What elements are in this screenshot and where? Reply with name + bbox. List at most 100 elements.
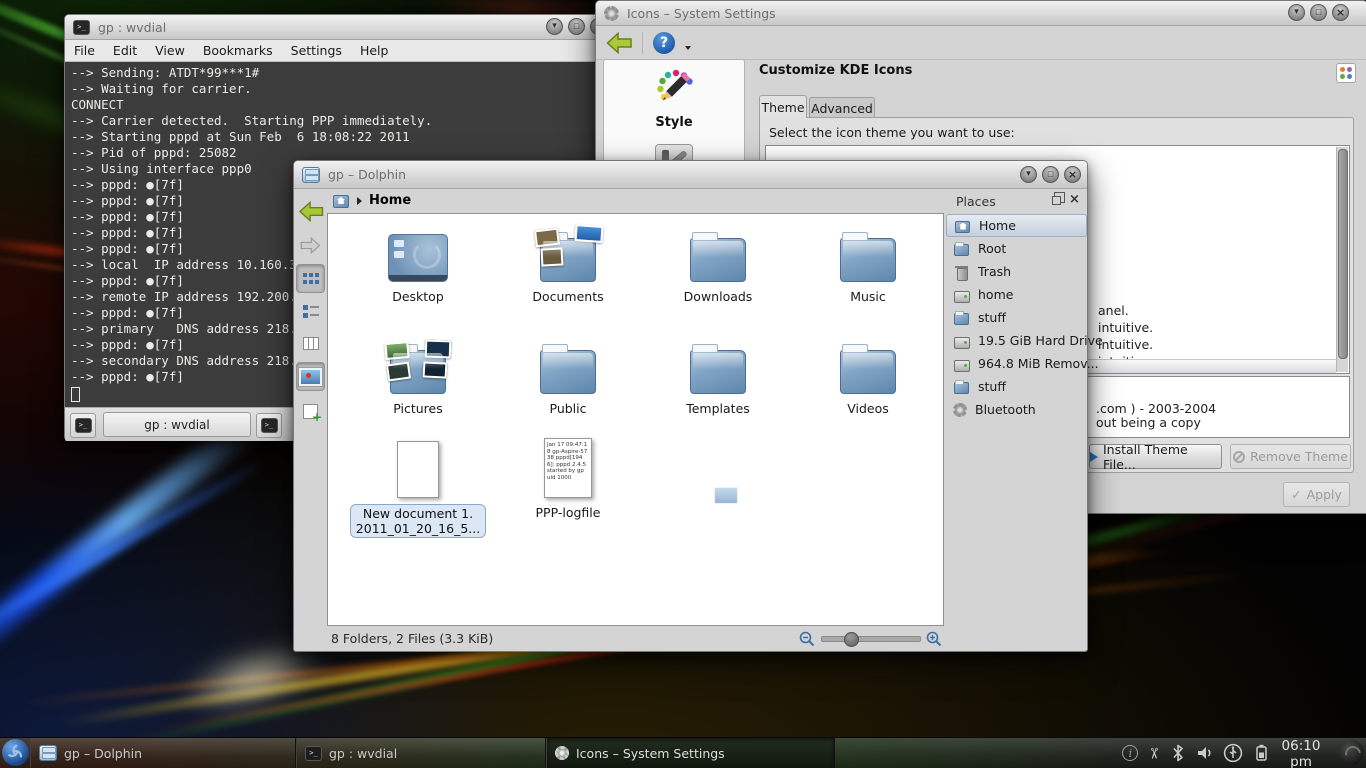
- sidebar-item-style[interactable]: Style: [604, 60, 744, 130]
- dolphin-file-view[interactable]: Desktop Documents Downloads Music: [327, 213, 944, 626]
- desktop: gp : wvdial File Edit View Bookmarks Set…: [0, 0, 1366, 768]
- scrollbar-thumb[interactable]: [1338, 149, 1348, 359]
- zoom-slider[interactable]: [821, 636, 921, 642]
- file-manager-icon: [39, 745, 57, 761]
- maximize-button[interactable]: [1310, 4, 1327, 21]
- folder-item-templates[interactable]: Templates: [643, 334, 793, 416]
- kde-launcher-icon: [2, 739, 29, 766]
- terminal-line: --> Sending: ATDT*99***1#: [71, 65, 607, 81]
- columns-view-button[interactable]: [296, 329, 325, 358]
- folder-item-downloads[interactable]: Downloads: [643, 222, 793, 304]
- file-item-ppp-logfile[interactable]: Jan 17 09:47:18 gp-Aspire-5738 pppd[1946…: [493, 436, 643, 520]
- preview-button[interactable]: [296, 362, 325, 391]
- maximize-button[interactable]: [1042, 166, 1059, 183]
- tab-theme[interactable]: Theme: [759, 95, 807, 118]
- battery-icon[interactable]: [1252, 743, 1270, 763]
- task-dolphin[interactable]: gp – Dolphin: [30, 738, 296, 768]
- folder-item-music[interactable]: Music: [793, 222, 943, 304]
- konsole-icon: [75, 418, 92, 433]
- dolphin-titlebar[interactable]: gp – Dolphin: [294, 161, 1087, 189]
- folder-item-public[interactable]: Public: [493, 334, 643, 416]
- help-icon[interactable]: [653, 32, 675, 54]
- bluetooth-icon[interactable]: [1169, 744, 1187, 762]
- terminal-cursor: [71, 387, 80, 402]
- apply-button[interactable]: Apply: [1283, 482, 1350, 507]
- zoom-out-button[interactable]: [799, 631, 815, 647]
- breadcrumb-home[interactable]: Home: [369, 193, 411, 208]
- terminal-titlebar[interactable]: gp : wvdial: [65, 15, 613, 40]
- zoom-in-button[interactable]: [926, 631, 942, 647]
- split-view-button[interactable]: [296, 397, 325, 426]
- konsole-icon: [261, 418, 278, 433]
- style-icon: [653, 68, 695, 110]
- thumbnail-artifact: [714, 487, 738, 504]
- minimize-button[interactable]: [546, 18, 563, 35]
- back-button[interactable]: [606, 32, 632, 54]
- places-item-hard-drive[interactable]: 19.5 GiB Hard Drive: [946, 329, 1087, 352]
- menu-view[interactable]: View: [146, 43, 194, 58]
- menu-edit[interactable]: Edit: [104, 43, 146, 58]
- menu-settings[interactable]: Settings: [282, 43, 351, 58]
- folder-icon: [690, 238, 746, 282]
- folder-icon: [953, 242, 970, 256]
- trash-icon: [953, 265, 970, 279]
- close-button[interactable]: [1332, 4, 1349, 21]
- notifications-icon[interactable]: [1122, 745, 1138, 761]
- bluetooth-gear-icon: [953, 403, 967, 417]
- float-panel-icon[interactable]: [1052, 196, 1061, 205]
- install-theme-button[interactable]: Install Theme File...: [1089, 444, 1222, 469]
- zoom-slider-handle[interactable]: [844, 632, 859, 647]
- home-folder-icon[interactable]: [332, 193, 350, 208]
- detach-tab-button[interactable]: [256, 413, 282, 438]
- chevron-down-icon[interactable]: [685, 46, 691, 50]
- tab-advanced[interactable]: Advanced: [809, 97, 875, 118]
- file-item-new-document[interactable]: New document 1.2011_01_20_16_5...: [343, 436, 493, 538]
- icons-view-icon: [303, 273, 319, 285]
- menu-help[interactable]: Help: [351, 43, 398, 58]
- close-button[interactable]: [1064, 166, 1081, 183]
- details-view-button[interactable]: [296, 297, 325, 326]
- places-item-removable[interactable]: 964.8 MiB Remov...: [946, 352, 1087, 375]
- usb-device-icon[interactable]: [1223, 743, 1243, 763]
- plasma-toolbox-icon[interactable]: [1339, 740, 1364, 765]
- folder-item-documents[interactable]: Documents: [493, 222, 643, 304]
- task-system-settings[interactable]: Icons – System Settings: [546, 738, 835, 768]
- maximize-button[interactable]: [568, 18, 585, 35]
- menu-bookmarks[interactable]: Bookmarks: [194, 43, 282, 58]
- scrollbar[interactable]: [1336, 147, 1348, 372]
- clock[interactable]: 06:10 pm Sun, 6 Feb: [1270, 739, 1332, 768]
- places-item-stuff[interactable]: stuff: [946, 306, 1087, 329]
- back-button[interactable]: [296, 197, 325, 226]
- task-wvdial[interactable]: gp : wvdial: [296, 738, 546, 768]
- settings-titlebar[interactable]: Icons – System Settings: [596, 1, 1366, 26]
- terminal-tab[interactable]: gp : wvdial: [103, 412, 251, 437]
- forward-button[interactable]: [296, 231, 325, 260]
- close-panel-icon[interactable]: [1069, 192, 1080, 207]
- home-folder-icon: [954, 219, 971, 233]
- folder-icon: [840, 350, 896, 394]
- places-item-home-partition[interactable]: home: [946, 283, 1087, 306]
- folder-item-videos[interactable]: Videos: [793, 334, 943, 416]
- dolphin-statusbar: 8 Folders, 2 Files (3.3 KiB): [327, 626, 1087, 651]
- icons-view-button[interactable]: [296, 264, 325, 293]
- folder-item-desktop[interactable]: Desktop: [343, 222, 493, 304]
- places-item-home[interactable]: Home: [946, 214, 1087, 237]
- description-line: .com ) - 2003-2004: [1096, 401, 1216, 416]
- status-text: 8 Folders, 2 Files (3.3 KiB): [331, 631, 493, 646]
- klipper-scissors-icon[interactable]: [1146, 747, 1161, 760]
- remove-theme-button[interactable]: Remove Theme: [1230, 444, 1351, 469]
- terminal-line: CONNECT: [71, 97, 607, 113]
- volume-icon[interactable]: [1196, 744, 1214, 762]
- app-launcher-button[interactable]: [2, 739, 29, 766]
- minimize-button[interactable]: [1020, 166, 1037, 183]
- places-item-bluetooth[interactable]: Bluetooth: [946, 398, 1087, 421]
- new-tab-button[interactable]: [70, 413, 96, 438]
- places-item-stuff2[interactable]: stuff: [946, 375, 1087, 398]
- folder-icon: [690, 350, 746, 394]
- documents-folder-icon: [540, 238, 596, 282]
- menu-file[interactable]: File: [65, 43, 104, 58]
- folder-item-pictures[interactable]: Pictures: [343, 334, 493, 416]
- places-item-root[interactable]: Root: [946, 237, 1087, 260]
- minimize-button[interactable]: [1288, 4, 1305, 21]
- places-item-trash[interactable]: Trash: [946, 260, 1087, 283]
